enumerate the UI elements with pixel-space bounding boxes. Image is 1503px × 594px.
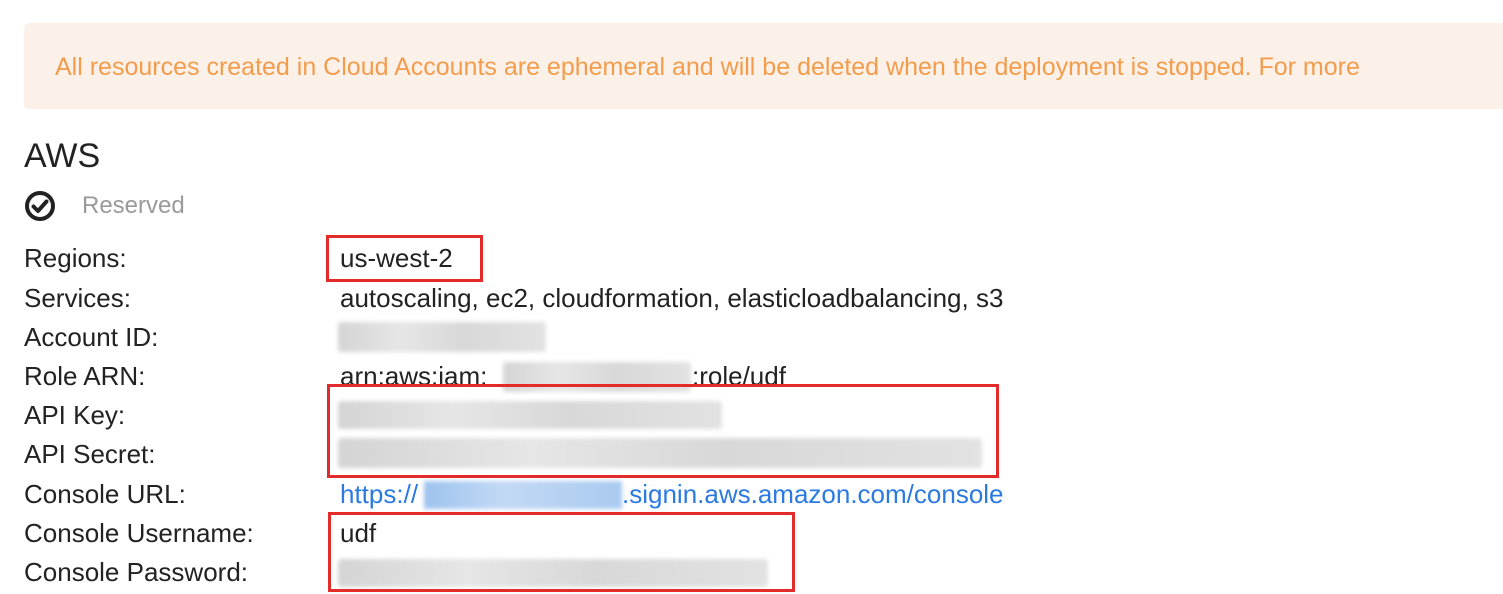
account-id-redacted bbox=[338, 322, 546, 352]
status-label: Reserved bbox=[82, 192, 185, 219]
console-password-label: Console Password: bbox=[24, 557, 248, 587]
console-url-suffix-link[interactable]: .signin.aws.amazon.com/console bbox=[622, 479, 1004, 510]
api-key-redacted bbox=[338, 401, 722, 429]
api-key-label: API Key: bbox=[24, 400, 126, 430]
console-url-label: Console URL: bbox=[24, 479, 186, 509]
cloud-account-page: All resources created in Cloud Accounts … bbox=[0, 0, 1503, 594]
check-circle-icon bbox=[25, 191, 55, 221]
api-secret-redacted bbox=[338, 438, 982, 468]
ephemeral-warning-alert: All resources created in Cloud Accounts … bbox=[24, 23, 1503, 109]
console-password-redacted bbox=[338, 559, 768, 587]
api-secret-label: API Secret: bbox=[24, 439, 156, 469]
console-url-suffix: .signin.aws.amazon.com/console bbox=[622, 479, 1004, 509]
console-username-label: Console Username: bbox=[24, 518, 254, 548]
role-arn-redacted bbox=[503, 362, 691, 392]
console-username-value: udf bbox=[340, 518, 377, 548]
console-url-redacted bbox=[424, 481, 622, 509]
regions-label: Regions: bbox=[24, 243, 127, 273]
status-row: Reserved bbox=[24, 190, 185, 222]
console-url-link[interactable]: https:// bbox=[340, 479, 418, 510]
role-arn-label: Role ARN: bbox=[24, 361, 146, 391]
account-id-label: Account ID: bbox=[24, 322, 159, 352]
regions-value: us-west-2 bbox=[340, 243, 453, 273]
alert-text: All resources created in Cloud Accounts … bbox=[55, 53, 1360, 81]
services-value: autoscaling, ec2, cloudformation, elasti… bbox=[340, 283, 1004, 313]
role-arn-prefix: arn:aws:iam: bbox=[340, 361, 488, 391]
provider-heading: AWS bbox=[24, 137, 101, 175]
role-arn-suffix: :role/udf bbox=[692, 361, 786, 391]
console-url-prefix: https:// bbox=[340, 479, 419, 509]
services-label: Services: bbox=[24, 283, 131, 313]
